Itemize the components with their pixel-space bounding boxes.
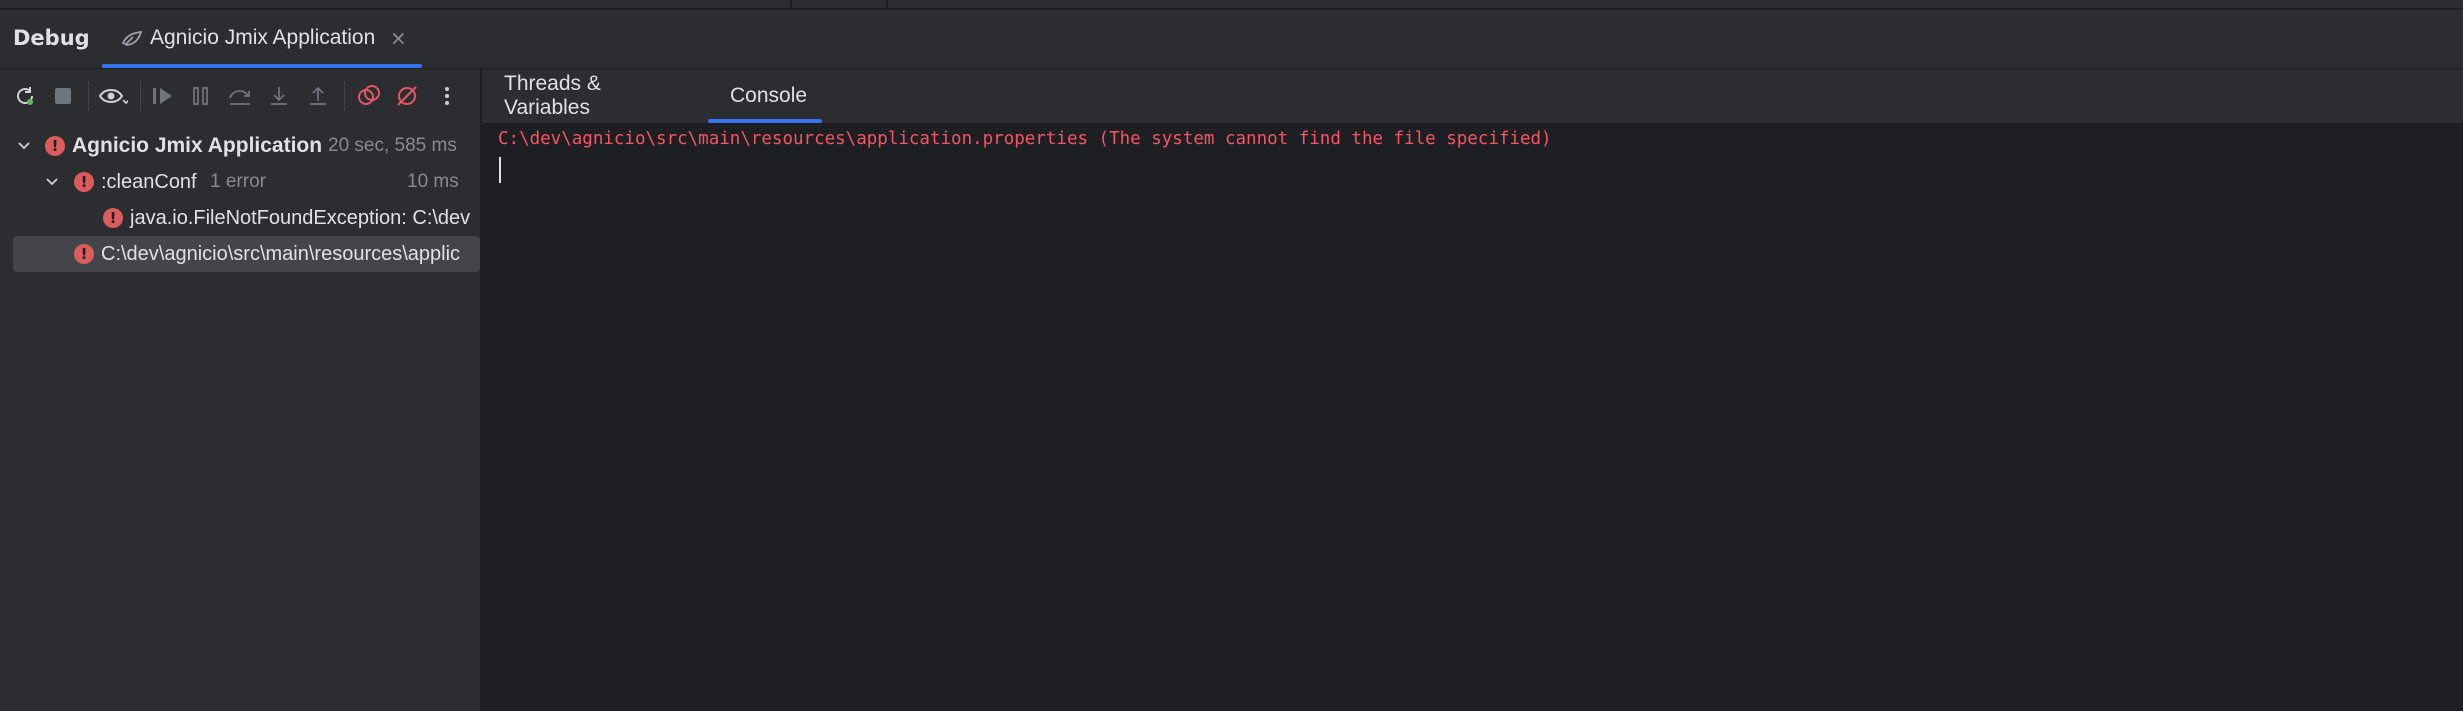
view-icon[interactable] — [98, 81, 128, 111]
mute-breakpoints-icon[interactable] — [392, 81, 422, 111]
debug-toolbar: Threads & Variables Console — [0, 69, 2463, 123]
more-icon[interactable] — [432, 81, 462, 111]
close-icon[interactable]: × — [390, 26, 407, 50]
step-into-icon[interactable] — [264, 81, 294, 111]
tab-console[interactable]: Console — [708, 69, 822, 123]
tree-task-duration: 10 ms — [407, 171, 459, 192]
tree-task-errors: 1 error — [210, 171, 266, 192]
run-tab-agnicio[interactable]: Agnicio Jmix Application × — [102, 10, 422, 68]
run-tab-label: Agnicio Jmix Application — [150, 26, 376, 49]
active-tab-indicator — [102, 64, 422, 68]
resume-icon[interactable] — [148, 81, 178, 111]
tree-path-label: C:\dev\agnicio\src\main\resources\applic — [101, 242, 461, 265]
error-icon: ! — [74, 244, 94, 264]
chevron-down-icon[interactable] — [42, 172, 62, 192]
text-caret — [499, 157, 501, 183]
error-icon: ! — [74, 172, 94, 192]
step-over-icon[interactable] — [225, 81, 255, 111]
step-out-icon[interactable] — [303, 81, 333, 111]
view-breakpoints-icon[interactable] — [354, 81, 384, 111]
tree-row-exception[interactable]: ! java.io.FileNotFoundException: C:\dev — [0, 200, 480, 236]
spring-app-icon — [121, 30, 143, 46]
top-strip — [0, 0, 2463, 10]
tab-threads-variables[interactable]: Threads & Variables — [482, 69, 708, 123]
stop-icon[interactable] — [48, 81, 78, 111]
tool-window-title: Debug — [13, 26, 90, 50]
error-icon: ! — [103, 208, 123, 228]
error-icon: ! — [45, 136, 65, 156]
build-tree-panel: ! Agnicio Jmix Application 20 sec, 585 m… — [0, 123, 480, 711]
chevron-down-icon[interactable] — [14, 136, 34, 156]
tree-row-root[interactable]: ! Agnicio Jmix Application 20 sec, 585 m… — [0, 128, 480, 164]
tool-window-header: Debug Agnicio Jmix Application × — [0, 10, 2463, 69]
tab-console-label: Console — [730, 84, 808, 107]
tree-root-duration: 20 sec, 585 ms — [328, 135, 457, 156]
tree-task-label: :cleanConf — [101, 170, 197, 193]
rerun-icon[interactable] — [10, 81, 40, 111]
tree-row-task[interactable]: ! :cleanConf 1 error 10 ms — [0, 164, 480, 200]
console-output[interactable]: C:\dev\agnicio\src\main\resources\applic… — [482, 123, 2463, 711]
tree-root-label: Agnicio Jmix Application — [72, 134, 323, 157]
tree-row-path[interactable]: ! C:\dev\agnicio\src\main\resources\appl… — [13, 236, 480, 272]
console-error-line: C:\dev\agnicio\src\main\resources\applic… — [498, 129, 1552, 149]
tree-exception-label: java.io.FileNotFoundException: C:\dev — [130, 206, 471, 229]
tab-threads-variables-label: Threads & Variables — [504, 72, 601, 119]
pause-icon[interactable] — [186, 81, 216, 111]
